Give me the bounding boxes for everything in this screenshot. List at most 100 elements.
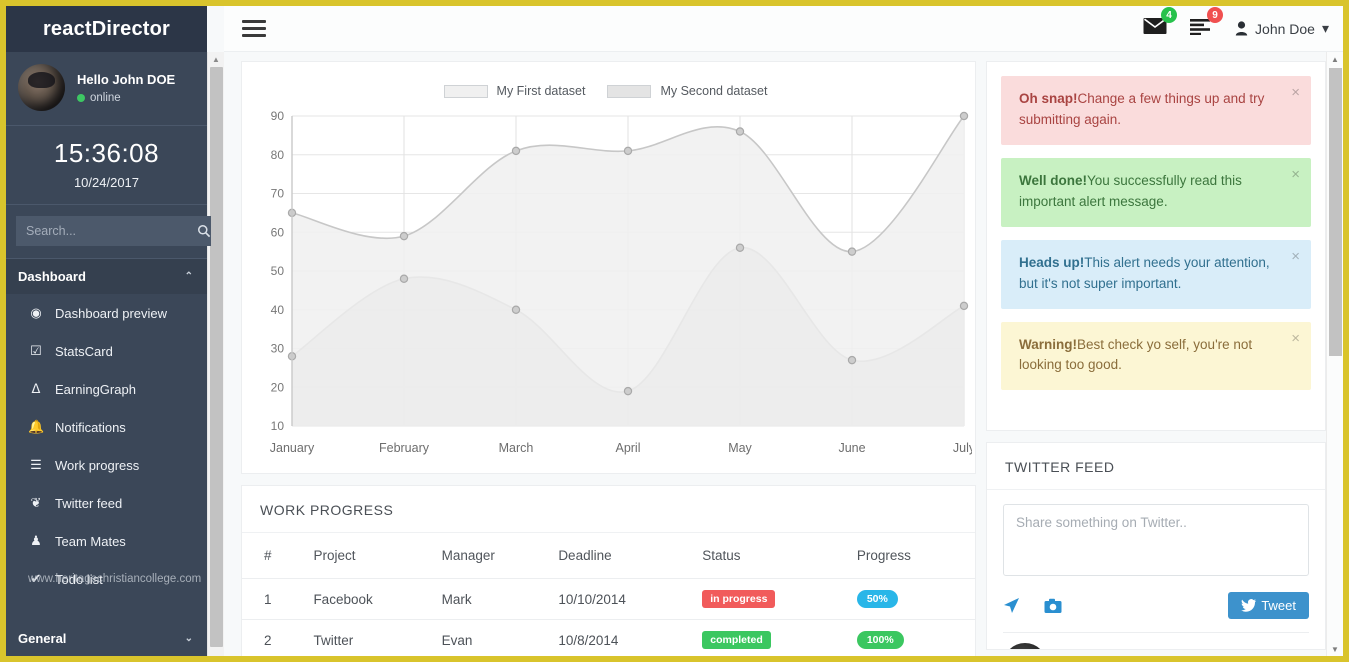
twitter-icon	[1241, 599, 1257, 612]
close-icon[interactable]: ×	[1291, 85, 1300, 100]
column-header: #	[242, 533, 314, 579]
svg-text:70: 70	[271, 187, 285, 201]
sidebar-item-notifications[interactable]: 🔔 Notifications	[6, 408, 207, 446]
table-row[interactable]: 2 Twitter Evan 10/8/2014 completed 100%	[242, 619, 975, 656]
user-icon	[1235, 21, 1248, 36]
svg-text:April: April	[615, 441, 640, 455]
svg-text:90: 90	[271, 109, 285, 123]
alert-strong: Oh snap!	[1019, 91, 1078, 106]
sidebar-scrollbar-thumb[interactable]	[210, 67, 223, 647]
twitter-icon: ❦	[30, 495, 42, 510]
sidebar-item-label: Dashboard preview	[55, 305, 168, 321]
avatar	[18, 64, 65, 111]
sidebar-section-general[interactable]: General ⌄	[6, 621, 207, 656]
tweet-button[interactable]: Tweet	[1228, 592, 1309, 619]
area-chart-icon: ᐃ	[31, 381, 41, 396]
sidebar-scrollbar[interactable]: ▲	[207, 52, 224, 656]
search-input[interactable]	[16, 216, 197, 246]
svg-text:June: June	[838, 441, 865, 455]
column-header: Progress	[856, 533, 975, 579]
sidebar-section-dashboard-label: Dashboard	[18, 269, 86, 284]
scroll-up-arrow-icon[interactable]: ▲	[1327, 52, 1343, 66]
legend-item-first[interactable]: My First dataset	[443, 84, 585, 98]
svg-text:February: February	[379, 441, 430, 455]
svg-text:January: January	[270, 441, 315, 455]
profile-status: online	[77, 92, 175, 104]
table-header-row: # Project Manager Deadline Status Progress	[242, 533, 975, 579]
clock-date: 10/24/2017	[73, 175, 140, 190]
cell-status: in progress	[702, 578, 857, 620]
scroll-down-arrow-icon[interactable]: ▼	[1327, 642, 1343, 656]
table-row[interactable]: 1 Facebook Mark 10/10/2014 in progress 50%	[242, 578, 975, 620]
sidebar-item-team-mates[interactable]: ♟ Team Mates	[6, 522, 207, 560]
alert-strong: Heads up!	[1019, 254, 1085, 270]
svg-text:50: 50	[271, 264, 285, 278]
close-icon[interactable]: ×	[1291, 331, 1300, 346]
chevron-up-icon: ⌃	[184, 271, 193, 282]
sidebar-item-todo-list[interactable]: ✔ Todo list www.heritagechristiancollege.c…	[6, 560, 207, 598]
chevron-down-icon: ⌄	[184, 633, 193, 644]
svg-text:July: July	[953, 441, 972, 455]
svg-text:40: 40	[271, 303, 285, 317]
online-dot-icon	[77, 94, 85, 103]
close-icon[interactable]: ×	[1291, 249, 1300, 264]
messages-badge: 4	[1161, 7, 1178, 23]
messages-button[interactable]: 4	[1143, 7, 1178, 40]
twitter-feed-title: TWITTER FEED	[987, 443, 1325, 490]
status-badge: completed	[702, 631, 771, 649]
briefcase-icon: ☰	[30, 457, 42, 472]
svg-text:60: 60	[271, 225, 285, 239]
cell-manager: Evan	[441, 619, 559, 656]
sidebar-search	[6, 205, 211, 259]
cell-deadline: 10/8/2014	[558, 619, 703, 656]
sidebar-item-label: EarningGraph	[55, 381, 136, 397]
tweet-input[interactable]	[1003, 504, 1309, 576]
earning-graph-card: My First dataset My Second dataset 10 20 3…	[241, 61, 976, 474]
brand-logo[interactable]: reactDirector	[6, 6, 207, 52]
sidebar-item-earninggraph[interactable]: ᐃ EarningGraph	[6, 370, 207, 408]
location-arrow-icon[interactable]	[1003, 597, 1020, 614]
cell-num: 1	[242, 578, 314, 620]
cell-project: Twitter	[313, 619, 442, 656]
tasks-button[interactable]: 9	[1189, 7, 1224, 40]
sidebar-item-label: Todo list	[55, 571, 103, 587]
check-icon: ✔	[30, 571, 42, 586]
sidebar-item-label: Notifications	[55, 419, 126, 435]
user-menu[interactable]: John Doe ▾	[1235, 20, 1329, 37]
sidebar-item-statscard[interactable]: ☑ StatsCard	[6, 332, 207, 370]
main-content: My First dataset My Second dataset 10 20 3…	[224, 52, 1343, 656]
scroll-up-arrow-icon[interactable]: ▲	[208, 52, 224, 66]
svg-text:10: 10	[271, 419, 285, 433]
sidebar-item-label: Work progress	[55, 457, 140, 473]
cell-progress: 100%	[856, 619, 975, 656]
area-chart[interactable]: 10 20 30 40 50 60 70 80 90 January February March Ap…	[250, 108, 972, 466]
svg-text:80: 80	[271, 148, 285, 162]
right-column: Oh snap!Change a few things up and try s…	[976, 52, 1343, 656]
svg-text:March: March	[499, 441, 534, 455]
sidebar-profile[interactable]: Hello John DOE online	[6, 52, 207, 126]
hamburger-icon[interactable]	[242, 16, 266, 41]
camera-icon[interactable]	[1044, 598, 1062, 614]
sidebar-nav: ◉ Dashboard preview ☑ StatsCard ᐃ EarningGrap…	[6, 294, 207, 598]
column-header: Manager	[441, 533, 559, 579]
sidebar-item-twitter-feed[interactable]: ❦ Twitter feed	[6, 484, 207, 522]
sidebar-section-dashboard[interactable]: Dashboard ⌃	[6, 259, 207, 294]
legend-label-second: My Second dataset	[660, 84, 768, 98]
sidebar-item-label: Twitter feed	[55, 495, 123, 511]
cell-progress: 50%	[856, 578, 975, 620]
sidebar-item-dashboard-preview[interactable]: ◉ Dashboard preview	[6, 294, 207, 332]
alert-warning: Warning!Best check yo self, you're not l…	[1001, 321, 1311, 391]
right-panel-scrollbar-thumb[interactable]	[1329, 68, 1342, 356]
app-frame: reactDirector Hello John DOE online 15:3…	[0, 0, 1349, 662]
clock-time: 15:36:08	[53, 138, 160, 168]
alert-strong: Well done!	[1019, 172, 1088, 188]
top-navbar: 4 9 John Doe ▾	[224, 6, 1343, 52]
right-panel-scrollbar[interactable]: ▲ ▼	[1326, 52, 1343, 656]
legend-item-second[interactable]: My Second dataset	[607, 84, 767, 98]
close-icon[interactable]: ×	[1291, 167, 1300, 182]
divider	[1003, 632, 1309, 633]
cell-num: 2	[242, 619, 314, 656]
search-button[interactable]	[197, 216, 211, 246]
sidebar-item-work-progress[interactable]: ☰ Work progress	[6, 446, 207, 484]
work-progress-title: WORK PROGRESS	[242, 486, 975, 533]
